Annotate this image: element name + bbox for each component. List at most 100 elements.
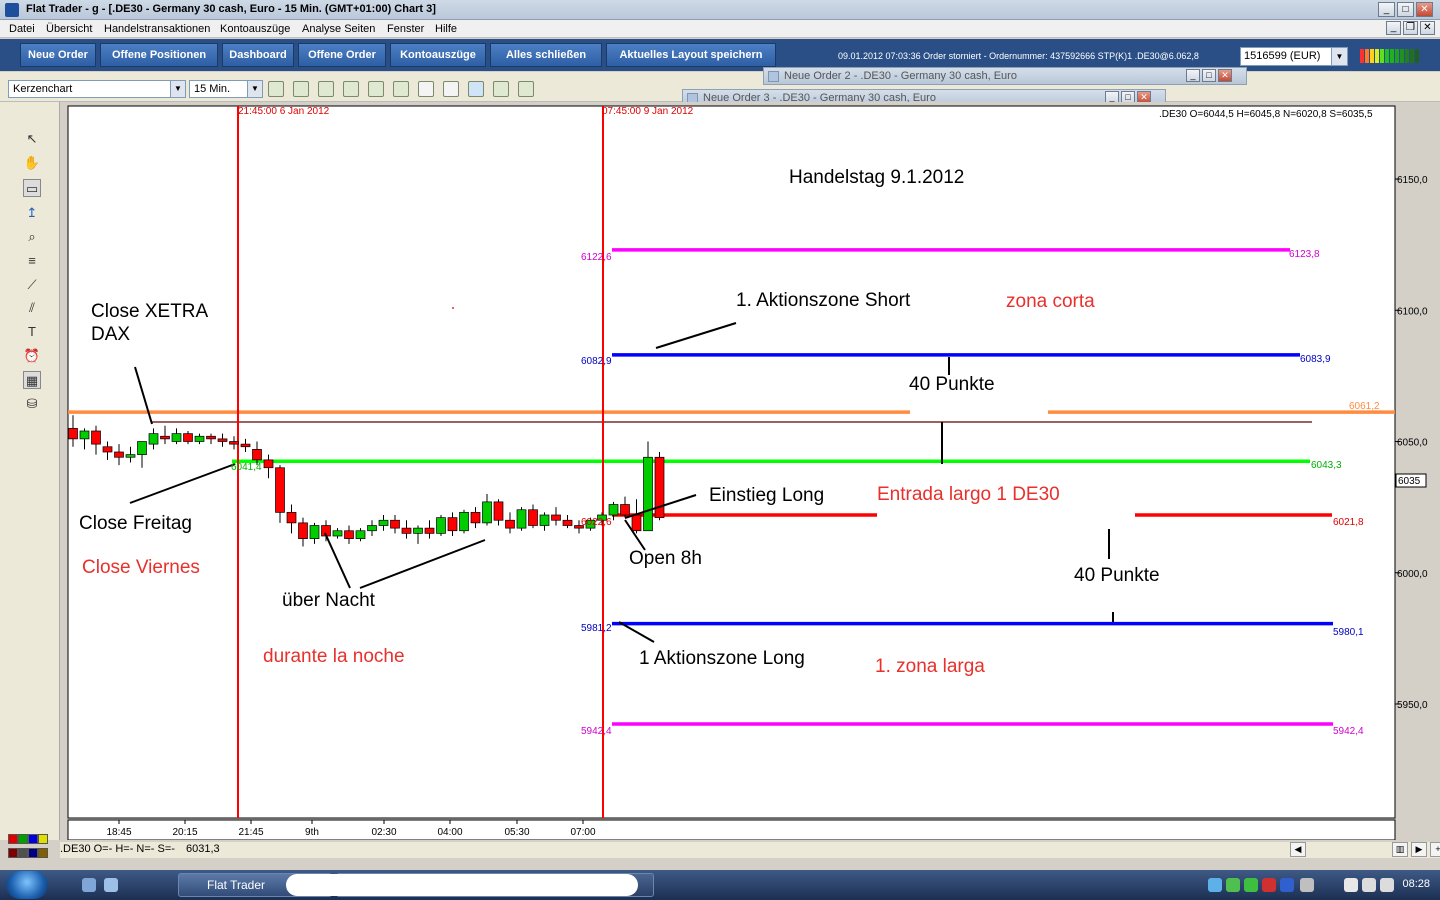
x-tick-label: 04:00 [437, 827, 462, 838]
tray-flag-icon[interactable] [1380, 878, 1394, 892]
menu-kontoauszuege[interactable]: Kontoauszüge [220, 23, 290, 35]
close-all-button[interactable]: Alles schließen [490, 43, 602, 67]
zoom-in-icon[interactable]: + [1430, 842, 1440, 857]
level-label-6122: 6122,6 [581, 252, 612, 263]
menu-uebersicht[interactable]: Übersicht [46, 23, 92, 35]
menu-analyse-seiten[interactable]: Analyse Seiten [302, 23, 375, 35]
new-order-2-window[interactable]: Neue Order 2 - .DE30 - Germany 30 cash, … [763, 67, 1247, 85]
zoom-icon[interactable]: ⌕ [23, 228, 41, 246]
candle-down [114, 451, 124, 458]
mdi-restore-icon[interactable]: ❐ [1403, 21, 1418, 35]
tray-antivirus-icon[interactable] [1262, 878, 1276, 892]
x-tick-label: 05:30 [504, 827, 529, 838]
level-label-5980: 5980,1 [1333, 627, 1364, 638]
color-swatch[interactable] [28, 834, 38, 844]
account-select[interactable]: 1516599 (EUR) ▼ [1240, 47, 1348, 66]
mdi-close-icon[interactable]: ✕ [1420, 21, 1435, 35]
check-tool-icon[interactable] [368, 81, 384, 97]
settings-icon[interactable] [518, 81, 534, 97]
color-swatch[interactable] [28, 848, 38, 858]
tray-volume-icon[interactable] [1362, 878, 1376, 892]
menu-hilfe[interactable]: Hilfe [435, 23, 457, 35]
color-swatch[interactable] [38, 834, 48, 844]
refresh-icon[interactable] [468, 81, 484, 97]
chevron-down-icon[interactable]: ▼ [1331, 48, 1347, 65]
close-icon[interactable]: ✕ [1416, 2, 1433, 17]
crosshair-icon[interactable]: ▭ [23, 179, 41, 197]
chart-panel[interactable]: 6150,0 6100,0 6050,0 6000,0 5950,0 18:45 20:1… [60, 102, 1440, 840]
x-tick-label: 18:45 [106, 827, 131, 838]
timeframe-select[interactable]: 15 Min. ▼ [189, 80, 263, 98]
color-swatch[interactable] [18, 848, 28, 858]
candle-up [516, 509, 527, 529]
cursor-tool-icon[interactable] [293, 81, 309, 97]
menu-datei[interactable]: Datei [9, 23, 35, 35]
candle-up [378, 519, 389, 526]
pointer-icon[interactable]: ↖ [23, 130, 41, 148]
close-icon[interactable]: ✕ [1218, 69, 1232, 82]
mdi-minimize-icon[interactable]: _ [1386, 21, 1401, 35]
horizontal-line-icon[interactable]: ≡ [23, 252, 41, 270]
document-icon[interactable] [418, 81, 434, 97]
account-statements-button[interactable]: Kontoauszüge [390, 43, 486, 67]
channel-icon[interactable]: ⫽ [23, 299, 41, 317]
tray-update-icon[interactable] [1244, 878, 1258, 892]
maximize-icon[interactable]: □ [1397, 2, 1414, 17]
quicklaunch-icon[interactable] [104, 878, 118, 892]
scroll-right-icon[interactable]: ▶ [1411, 842, 1427, 857]
calculator-icon[interactable]: ▦ [23, 371, 41, 389]
chevron-down-icon[interactable]: ▼ [170, 81, 185, 97]
fibonacci-icon[interactable]: ⟋ [23, 276, 41, 294]
maximize-icon[interactable]: □ [1202, 69, 1216, 82]
scroll-left-icon[interactable]: ◀ [1290, 842, 1306, 857]
show-desktop-icon[interactable] [82, 878, 96, 892]
tray-monitor-icon[interactable] [1344, 878, 1358, 892]
annotation-close-xetra: Close XETRA [91, 301, 209, 322]
start-button-icon[interactable] [6, 871, 48, 899]
annotation-40-punkte-bottom: 40 Punkte [1074, 565, 1160, 586]
color-swatch[interactable] [18, 834, 28, 844]
print-icon[interactable] [443, 81, 459, 97]
vline-label-monday: 07:45:00 9 Jan 2012 [602, 106, 694, 117]
color-swatch[interactable] [8, 848, 18, 858]
draw-tool-icon[interactable] [268, 81, 284, 97]
time-axis [67, 819, 1396, 840]
candle-up [436, 517, 446, 534]
mdi-controls: _ ❐ ✕ [1386, 21, 1435, 35]
arrow-up-icon[interactable]: ↥ [23, 204, 41, 222]
candle-down [528, 509, 538, 526]
save-layout-button[interactable]: Aktuelles Layout speichern [606, 43, 776, 67]
hand-icon[interactable]: ✋ [23, 154, 41, 172]
y-tick-label: 6150,0 [1397, 175, 1428, 186]
alarm-icon[interactable]: ⏰ [23, 347, 41, 365]
grid-icon[interactable] [318, 81, 334, 97]
open-orders-button[interactable]: Offene Order [298, 43, 386, 67]
text-icon[interactable]: T [23, 323, 41, 341]
scroll-handle-icon[interactable]: ▥ [1392, 842, 1408, 857]
window-controls: _ □ ✕ [1378, 2, 1433, 17]
annotation-zona-larga: 1. zona larga [875, 656, 985, 677]
minimize-icon[interactable]: _ [1186, 69, 1200, 82]
chart-type-select[interactable]: Kerzenchart ▼ [8, 80, 186, 98]
tray-bluetooth-icon[interactable] [1280, 878, 1294, 892]
new-order-button[interactable]: Neue Order [20, 43, 96, 67]
color-swatch[interactable] [8, 834, 18, 844]
menu-handelstransaktionen[interactable]: Handelstransaktionen [104, 23, 210, 35]
candlestick-chart[interactable]: 6150,0 6100,0 6050,0 6000,0 5950,0 18:45 20:1… [60, 102, 1440, 840]
status-quote: .DE30 O=- H=- N=- S=- [60, 843, 175, 855]
channel-tool-icon[interactable] [343, 81, 359, 97]
level-label-5981: 5981,2 [581, 623, 612, 634]
candle-down [470, 512, 481, 524]
menu-fenster[interactable]: Fenster [387, 23, 424, 35]
indicator-icon[interactable] [493, 81, 509, 97]
tray-skype-icon[interactable] [1226, 878, 1240, 892]
bucket-icon[interactable]: ⛁ [23, 395, 41, 413]
minimize-icon[interactable]: _ [1378, 2, 1395, 17]
tray-network-icon[interactable] [1208, 878, 1222, 892]
tray-printer-icon[interactable] [1300, 878, 1314, 892]
open-positions-button[interactable]: Offene Positionen [100, 43, 218, 67]
color-swatch[interactable] [38, 848, 48, 858]
trendline-icon[interactable] [393, 81, 409, 97]
chevron-down-icon[interactable]: ▼ [247, 81, 262, 97]
dashboard-button[interactable]: Dashboard [222, 43, 294, 67]
